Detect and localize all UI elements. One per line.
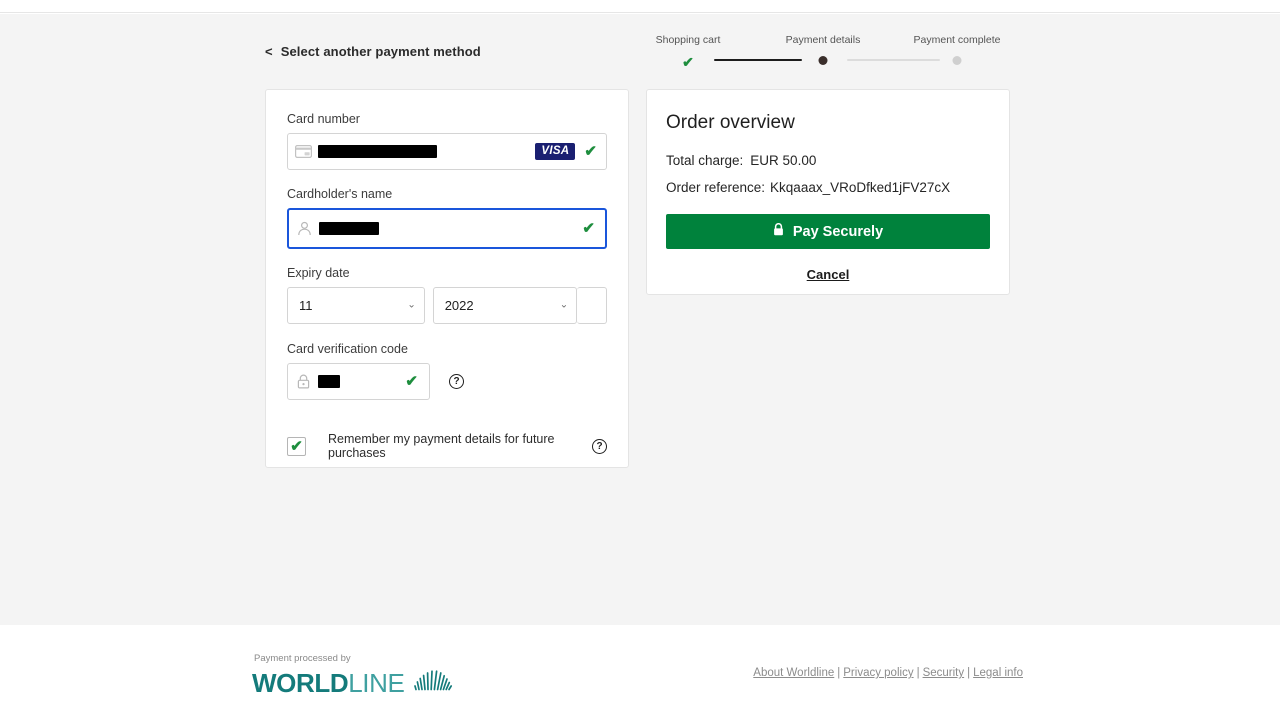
total-charge-value: EUR 50.00	[750, 153, 817, 168]
person-icon	[289, 221, 319, 236]
step-label-payment-details: Payment details	[785, 34, 861, 46]
footer-separator: |	[967, 667, 971, 679]
lock-icon	[773, 223, 784, 240]
stepper-node-payment-details	[818, 54, 828, 65]
order-overview-title: Order overview	[666, 112, 795, 133]
payment-page: < Select another payment method Shopping…	[0, 0, 1280, 720]
footer-link-privacy-policy[interactable]: Privacy policy	[843, 667, 913, 679]
cardholder-name-redacted-value	[319, 222, 379, 235]
cvc-redacted-value	[318, 375, 340, 388]
card-number-valid-check-icon: ✔	[584, 143, 597, 160]
worldline-logo-bold: WORLD	[252, 667, 349, 698]
visa-brand-badge: VISA	[535, 142, 576, 161]
stepper-node-shopping-cart: ✔	[682, 54, 694, 72]
stepper-track: ✔	[640, 52, 1020, 69]
footer-links: About Worldline | Privacy policy | Security |…	[753, 667, 1023, 679]
footer-link-about-worldline[interactable]: About Worldline	[753, 667, 834, 679]
card-verification-code-input[interactable]: ✔	[287, 363, 430, 400]
check-icon: ✔	[682, 54, 694, 70]
main-content-area	[0, 14, 1280, 625]
order-overview-card: Order overview Total charge: EUR 50.00 O…	[646, 89, 1010, 295]
stepper-segment-pending	[847, 59, 940, 61]
expiry-trailing-box	[577, 287, 608, 324]
card-number-redacted-value	[318, 145, 437, 158]
remember-payment-details-checkbox[interactable]: ✔	[287, 436, 306, 456]
lock-icon	[288, 374, 318, 389]
select-another-payment-method-link[interactable]: < Select another payment method	[265, 44, 481, 59]
cvc-valid-check-icon: ✔	[405, 373, 418, 390]
worldline-wordmark: WORLDLINE	[252, 667, 405, 698]
remember-help-icon[interactable]: ?	[592, 438, 607, 454]
page-footer: Payment processed by WORLDLINE About Wor…	[0, 625, 1280, 720]
chevron-left-icon: <	[265, 44, 273, 59]
card-number-label: Card number	[287, 112, 360, 126]
pay-securely-button[interactable]: Pay Securely	[666, 214, 990, 249]
stepper-segment-completed	[714, 59, 802, 61]
pay-securely-label: Pay Securely	[792, 223, 884, 240]
expiry-month-select-control[interactable]: 11	[288, 288, 424, 323]
worldline-fan-icon	[413, 667, 455, 698]
worldline-logo-light: LINE	[348, 667, 405, 698]
expiry-month-select[interactable]: 11 ⌄	[287, 287, 425, 324]
expiry-year-select-control[interactable]: 2022	[433, 288, 577, 323]
credit-card-icon	[288, 145, 318, 158]
cardholder-name-label: Cardholder's name	[287, 187, 393, 201]
back-link-label: Select another payment method	[280, 44, 481, 59]
cardholder-name-input[interactable]: ✔	[287, 208, 607, 249]
order-reference-label: Order reference:	[666, 180, 766, 195]
stepper-labels: Shopping cart Payment details Payment co…	[640, 34, 1020, 48]
worldline-logo: WORLDLINE	[252, 667, 455, 698]
order-reference-value: Kkqaaax_VRoDfked1jFV27cX	[770, 180, 951, 195]
stepper-node-payment-complete	[952, 54, 962, 65]
cancel-link[interactable]: Cancel	[666, 267, 990, 282]
payment-form-card: Card number VISA ✔ Cardholder's name ✔ E…	[265, 89, 629, 468]
checkout-progress-stepper: Shopping cart Payment details Payment co…	[640, 34, 1020, 69]
card-verification-code-label: Card verification code	[287, 342, 408, 356]
total-charge-label: Total charge:	[666, 153, 744, 168]
footer-separator: |	[916, 667, 920, 679]
footer-link-legal-info[interactable]: Legal info	[973, 667, 1023, 679]
top-bar	[0, 0, 1280, 13]
step-label-shopping-cart: Shopping cart	[655, 34, 721, 46]
remember-payment-details-label: Remember my payment details for future p…	[328, 432, 555, 460]
footer-separator: |	[837, 667, 841, 679]
cvc-help-icon[interactable]: ?	[449, 374, 464, 389]
card-number-input[interactable]: VISA ✔	[287, 133, 607, 170]
cardholder-name-valid-check-icon: ✔	[582, 220, 595, 237]
expiry-year-select[interactable]: 2022 ⌄	[432, 287, 578, 324]
empty-dot-icon	[952, 56, 962, 65]
footer-link-security[interactable]: Security	[923, 667, 965, 679]
step-label-payment-complete: Payment complete	[913, 34, 1001, 46]
payment-processed-by-label: Payment processed by	[254, 653, 351, 664]
filled-dot-icon	[818, 56, 828, 65]
check-icon: ✔	[290, 437, 303, 455]
expiry-date-label: Expiry date	[287, 266, 350, 280]
